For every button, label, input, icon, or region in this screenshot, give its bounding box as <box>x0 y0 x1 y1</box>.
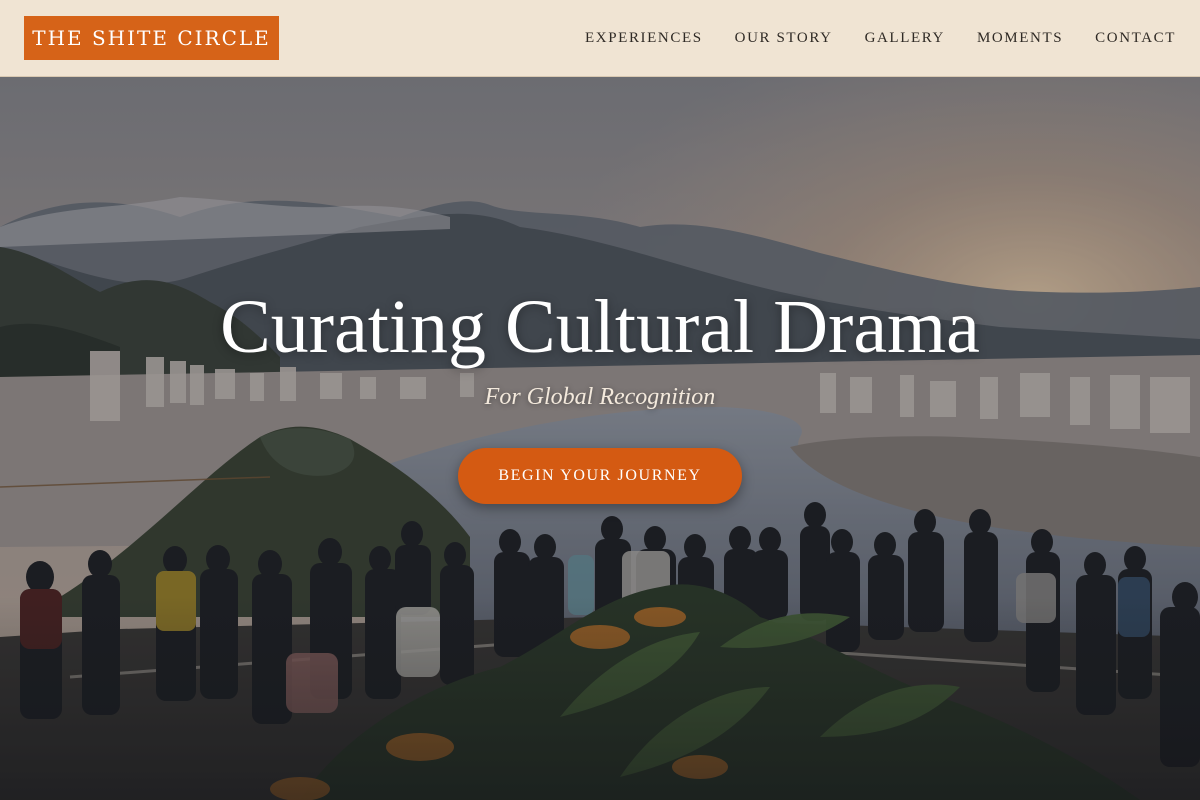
hero-section: Curating Cultural Drama For Global Recog… <box>0 77 1200 800</box>
nav-link-contact[interactable]: CONTACT <box>1095 30 1176 47</box>
nav-link-our-story[interactable]: OUR STORY <box>735 30 833 47</box>
hero-dark-overlay <box>0 77 1200 800</box>
main-nav: EXPERIENCES OUR STORY GALLERY MOMENTS CO… <box>585 0 1176 76</box>
hero-subtitle: For Global Recognition <box>484 384 716 410</box>
hero-title: Curating Cultural Drama <box>220 285 980 369</box>
landing-page: THE SHITE CIRCLE EXPERIENCES OUR STORY G… <box>0 0 1200 800</box>
nav-link-moments[interactable]: MOMENTS <box>977 30 1063 47</box>
nav-link-gallery[interactable]: GALLERY <box>865 30 945 47</box>
nav-link-experiences[interactable]: EXPERIENCES <box>585 30 703 47</box>
begin-journey-button[interactable]: BEGIN YOUR JOURNEY <box>458 448 742 504</box>
site-header: THE SHITE CIRCLE EXPERIENCES OUR STORY G… <box>0 0 1200 77</box>
brand-logo[interactable]: THE SHITE CIRCLE <box>24 16 279 60</box>
